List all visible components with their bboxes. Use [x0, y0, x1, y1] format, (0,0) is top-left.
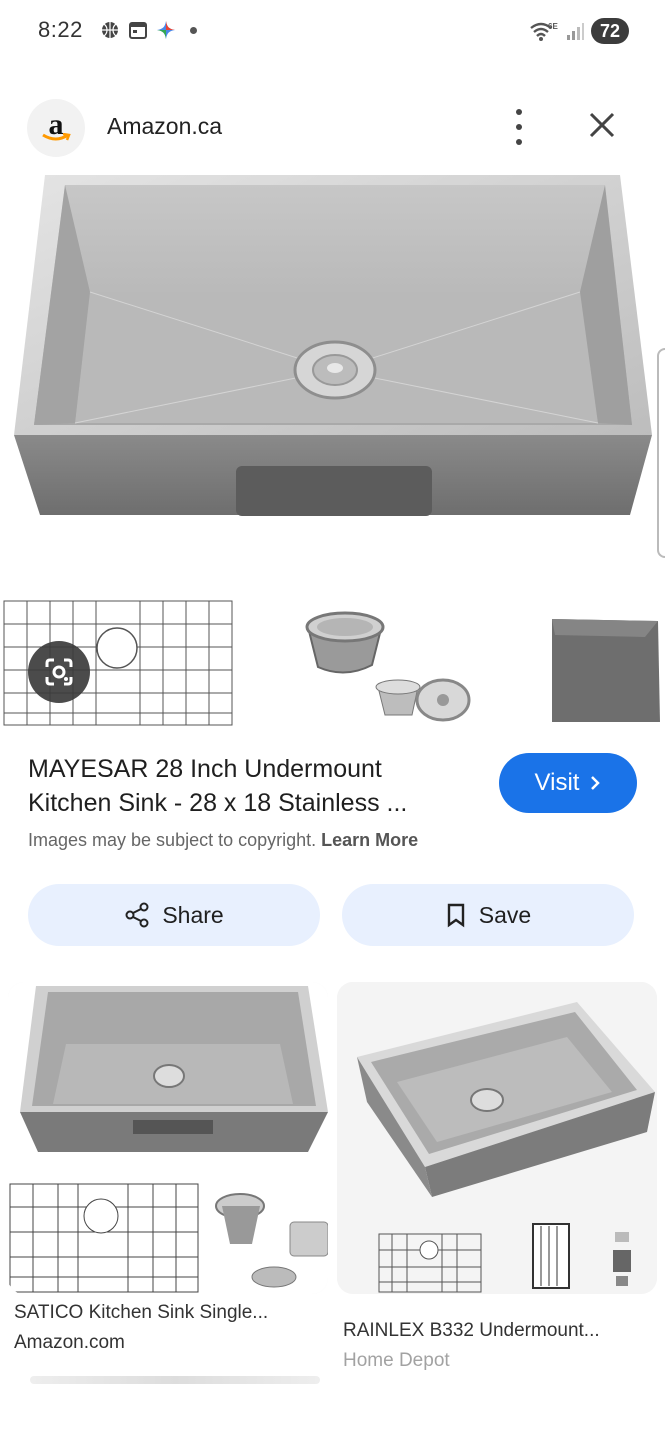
google-lens-button[interactable]: [28, 641, 90, 703]
scroll-handle[interactable]: [657, 348, 665, 558]
product-title[interactable]: MAYESAR 28 Inch Undermount Kitchen Sink …: [28, 752, 478, 820]
dot-icon: [516, 109, 522, 115]
wifi-icon: 6E: [530, 22, 558, 41]
related-source-rainlex[interactable]: Home Depot: [343, 1350, 450, 1372]
dot-icon: [516, 124, 522, 130]
product-main-image[interactable]: [0, 170, 665, 570]
system-status: 6E 72: [529, 18, 629, 44]
amazon-smile-icon: [42, 133, 71, 141]
related-sink-image: [337, 982, 657, 1294]
status-time: 8:22: [38, 17, 83, 42]
calendar-icon: [129, 22, 147, 39]
related-source-satico[interactable]: Amazon.com: [14, 1332, 125, 1354]
product-title-line2: Kitchen Sink - 28 x 18 Stainless ...: [28, 789, 408, 817]
learn-more-link[interactable]: Learn More: [321, 830, 418, 850]
more-notifications-dot: [190, 26, 197, 34]
copyright-text: Images may be subject to copyright.: [28, 830, 317, 850]
save-label: Save: [478, 901, 532, 928]
amazon-logo-icon[interactable]: a: [27, 99, 85, 157]
source-header: a Amazon.ca: [0, 95, 665, 159]
related-image-satico[interactable]: [8, 982, 328, 1294]
share-label: Share: [162, 901, 224, 928]
signal-icon: [567, 23, 584, 40]
bookmark-icon: [447, 903, 464, 928]
product-title-line1: MAYESAR 28 Inch Undermount: [28, 755, 382, 783]
copyright-notice: Images may be subject to copyright. Lear…: [28, 830, 418, 851]
accessory-thumbnails: [0, 597, 665, 732]
related-sink-image: [8, 982, 328, 1294]
chevron-right-icon: [591, 776, 601, 790]
accessory-images: [3, 600, 660, 726]
dot-icon: [516, 139, 522, 145]
source-name[interactable]: Amazon.ca: [107, 113, 222, 140]
sink-image: [14, 175, 652, 516]
lens-icon: [45, 658, 73, 686]
gemini-sparkle-icon: [157, 21, 175, 39]
related-title-rainlex[interactable]: RAINLEX B332 Undermount...: [343, 1320, 600, 1342]
share-button[interactable]: Share: [28, 884, 320, 946]
share-icon: [125, 902, 149, 928]
loading-placeholder: [30, 1376, 320, 1384]
related-title-satico[interactable]: SATICO Kitchen Sink Single...: [14, 1302, 268, 1324]
save-button[interactable]: Save: [342, 884, 634, 946]
close-icon[interactable]: [586, 109, 618, 141]
related-image-rainlex[interactable]: [337, 982, 657, 1294]
svg-text:6E: 6E: [548, 22, 558, 31]
visit-button[interactable]: Visit: [499, 753, 637, 813]
status-bar: 8:22 6E 72: [0, 0, 665, 62]
battery-level: 72: [591, 18, 629, 44]
more-options-button[interactable]: [505, 109, 533, 145]
visit-label: Visit: [534, 769, 580, 796]
notification-icons: [100, 20, 197, 40]
basketball-icon: [102, 22, 118, 38]
